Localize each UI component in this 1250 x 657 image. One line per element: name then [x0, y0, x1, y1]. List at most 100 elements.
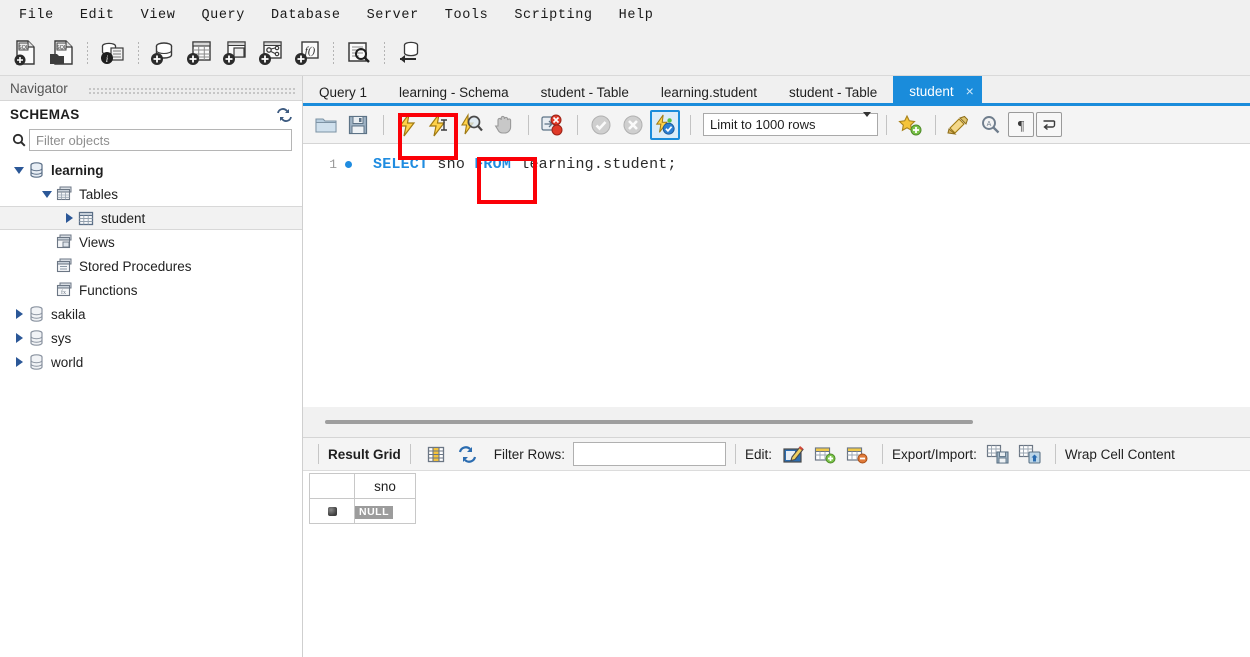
- execute-lightning-icon[interactable]: [392, 110, 422, 140]
- navigator-title: Navigator: [10, 80, 68, 96]
- menu-query[interactable]: Query: [188, 5, 258, 26]
- toolbar-separator: [383, 114, 384, 135]
- toolbar-separator: [318, 444, 319, 464]
- table-row[interactable]: NULL: [309, 498, 416, 524]
- sql-statement[interactable]: SELECT sno FROM learning.student;: [359, 156, 677, 173]
- toolbar-separator: [882, 444, 884, 464]
- save-snippet-star-icon[interactable]: [895, 110, 925, 140]
- filter-objects-input[interactable]: [29, 129, 292, 151]
- twisty-down-icon[interactable]: [12, 166, 26, 174]
- svg-text:SQL: SQL: [18, 45, 29, 51]
- menu-server[interactable]: Server: [354, 5, 432, 26]
- twisty-right-icon[interactable]: [12, 309, 26, 319]
- save-disk-icon[interactable]: [343, 110, 373, 140]
- limit-rows-dropdown[interactable]: Limit to 1000 rows: [703, 112, 878, 136]
- new-view-icon[interactable]: [218, 36, 252, 70]
- stop-on-error-icon[interactable]: [537, 110, 567, 140]
- menu-file[interactable]: File: [6, 5, 67, 26]
- open-sql-script-icon[interactable]: SQL: [44, 36, 78, 70]
- schemas-title: SCHEMAS: [10, 107, 80, 122]
- open-folder-icon[interactable]: [311, 110, 341, 140]
- tab-query-1[interactable]: Query 1: [303, 78, 383, 106]
- menu-help[interactable]: Help: [606, 5, 667, 26]
- tab-learning-student[interactable]: learning.student: [645, 78, 773, 106]
- explain-magnifier-icon[interactable]: [456, 110, 486, 140]
- export-recordset-icon[interactable]: [985, 442, 1011, 466]
- new-procedure-icon[interactable]: [254, 36, 288, 70]
- tree-item-student[interactable]: student: [0, 206, 302, 230]
- menu-view[interactable]: View: [128, 5, 189, 26]
- tab-label: student: [909, 83, 954, 99]
- toolbar-separator: [735, 444, 737, 464]
- insert-row-icon[interactable]: [812, 442, 838, 466]
- chevron-down-icon[interactable]: [863, 112, 871, 132]
- wrap-lines-icon[interactable]: [1036, 112, 1062, 137]
- toggle-autocommit-icon[interactable]: [650, 109, 680, 140]
- edit-label: Edit:: [745, 446, 773, 462]
- edit-pencil-icon[interactable]: [780, 442, 806, 466]
- new-function-icon[interactable]: f(): [290, 36, 324, 70]
- row-edit-marker[interactable]: [309, 498, 355, 524]
- tab-learning-schema[interactable]: learning - Schema: [383, 78, 525, 106]
- tree-item-sys[interactable]: sys: [0, 326, 302, 350]
- import-recordset-icon[interactable]: [1017, 442, 1043, 466]
- execute-current-statement-icon[interactable]: [424, 110, 454, 140]
- grid-corner-cell[interactable]: [309, 473, 355, 499]
- tree-item-sakila[interactable]: sakila: [0, 302, 302, 326]
- rollback-cross-icon[interactable]: [618, 110, 648, 140]
- toolbar-separator: [577, 114, 578, 135]
- close-icon[interactable]: ×: [966, 84, 974, 98]
- twisty-right-icon[interactable]: [12, 333, 26, 343]
- stop-hand-icon[interactable]: [488, 110, 518, 140]
- find-magnifier-icon[interactable]: A: [976, 110, 1006, 140]
- menu-tools[interactable]: Tools: [432, 5, 502, 26]
- menu-database[interactable]: Database: [258, 5, 354, 26]
- reverse-engineer-icon[interactable]: [392, 36, 426, 70]
- tree-item-label: Views: [79, 234, 115, 250]
- show-invisible-chars-icon[interactable]: ¶: [1008, 112, 1034, 137]
- grid-view-icon[interactable]: [423, 442, 449, 466]
- sql-column-sno: sno: [437, 155, 466, 173]
- tree-item-label: sys: [51, 330, 72, 346]
- tree-item-stored-procedures[interactable]: Stored Procedures: [0, 254, 302, 278]
- tab-student-active[interactable]: student ×: [893, 76, 982, 106]
- twisty-down-icon[interactable]: [40, 190, 54, 198]
- twisty-right-icon[interactable]: [62, 213, 76, 223]
- wrap-cell-content-label[interactable]: Wrap Cell Content: [1065, 447, 1175, 462]
- new-table-icon[interactable]: [182, 36, 216, 70]
- sql-editor[interactable]: 1 SELECT sno FROM learning.student;: [303, 144, 1250, 407]
- refresh-results-icon[interactable]: [455, 442, 481, 466]
- navigator-panel: Navigator SCHEMAS Filter objects learnin…: [0, 76, 303, 657]
- tab-student-table-1[interactable]: student - Table: [525, 78, 645, 106]
- menu-scripting[interactable]: Scripting: [501, 5, 605, 26]
- twisty-right-icon[interactable]: [12, 357, 26, 367]
- tree-item-functions[interactable]: fx Functions: [0, 278, 302, 302]
- tab-student-table-2[interactable]: student - Table: [773, 78, 893, 106]
- search-icon: [9, 133, 29, 147]
- table-header-row: sno: [309, 473, 416, 499]
- editor-results-splitter[interactable]: [303, 407, 1250, 437]
- tree-item-world[interactable]: world: [0, 350, 302, 374]
- result-grid[interactable]: sno NULL: [303, 471, 1250, 633]
- connection-info-icon[interactable]: i: [95, 36, 129, 70]
- tree-item-learning[interactable]: learning: [0, 158, 302, 182]
- results-toolbar: Result Grid Filter Rows: Edit: Export/Im…: [303, 437, 1250, 471]
- commit-check-icon[interactable]: [586, 110, 616, 140]
- editor-tab-bar: Query 1 learning - Schema student - Tabl…: [303, 76, 1250, 106]
- svg-text:A: A: [987, 121, 992, 128]
- new-schema-icon[interactable]: [146, 36, 180, 70]
- new-sql-tab-icon[interactable]: SQL: [8, 36, 42, 70]
- splitter-handle[interactable]: [325, 420, 973, 424]
- beautify-brush-icon[interactable]: [944, 110, 974, 140]
- column-header-sno[interactable]: sno: [354, 473, 416, 499]
- cell-sno[interactable]: NULL: [354, 498, 416, 524]
- inspector-icon[interactable]: [341, 36, 375, 70]
- functions-folder-icon: fx: [54, 282, 74, 298]
- refresh-icon[interactable]: [277, 107, 292, 122]
- menu-edit[interactable]: Edit: [67, 5, 128, 26]
- tree-item-views[interactable]: Views: [0, 230, 302, 254]
- tree-item-tables[interactable]: Tables: [0, 182, 302, 206]
- delete-row-icon[interactable]: [844, 442, 870, 466]
- filter-rows-input[interactable]: [573, 442, 727, 466]
- toolbar-separator: [935, 114, 936, 135]
